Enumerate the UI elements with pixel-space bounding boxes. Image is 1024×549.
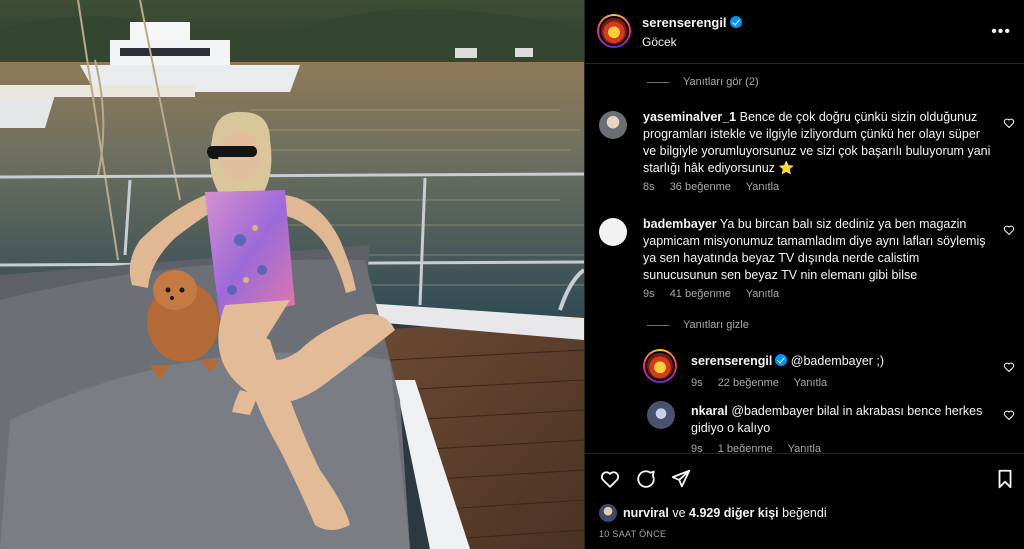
post-header: serenserengil Göcek ••• [585, 0, 1024, 64]
reply-button[interactable]: Yanıtla [794, 377, 827, 389]
reply-time[interactable]: 9s [691, 443, 703, 452]
author-avatar[interactable] [597, 14, 631, 48]
liked-by-user[interactable]: nurviral [623, 506, 669, 520]
reply-meta: 9s 22 beğenme Yanıtla [691, 377, 839, 389]
reply-meta: 9s 1 beğenme Yanıtla [691, 443, 833, 452]
liked-by-joiner: ve [668, 506, 690, 520]
comment-username[interactable]: badembayer [643, 217, 717, 231]
like-reply-heart-icon[interactable] [1003, 361, 1015, 373]
instagram-post-modal: serenserengil Göcek ••• Yanıtları gör (2… [0, 0, 1024, 549]
divider-line [647, 81, 669, 83]
like-reply-heart-icon[interactable] [1003, 409, 1015, 421]
more-horizontal-icon[interactable]: ••• [991, 23, 1011, 41]
verified-badge-icon [729, 16, 742, 28]
comment-bubble-icon[interactable] [635, 468, 657, 490]
hide-replies-toggle[interactable]: Yanıtları gizle [647, 319, 749, 331]
comments-list[interactable]: Yanıtları gör (2) yaseminalver_1 Bence d… [585, 65, 1024, 452]
comment-meta: 8s 36 beğenme Yanıtla [643, 181, 791, 193]
reply-button[interactable]: Yanıtla [746, 181, 779, 193]
comment-username[interactable]: yaseminalver_1 [643, 110, 736, 124]
liked-by-suffix: beğendi [778, 506, 827, 520]
reply-time[interactable]: 9s [691, 377, 703, 389]
author-username[interactable]: serenserengil [642, 15, 727, 30]
post-photo[interactable] [0, 0, 584, 549]
reply-body: @badembayer ;) [790, 354, 885, 368]
commenter-avatar[interactable] [599, 218, 627, 246]
reply-username[interactable]: serenserengil [691, 354, 772, 368]
liker-avatar[interactable] [599, 504, 617, 522]
comment-text: yaseminalver_1 Bence de çok doğru çünkü … [643, 109, 993, 177]
commenter-avatar[interactable] [599, 111, 627, 139]
divider-line [647, 324, 669, 326]
post-location[interactable]: Göcek [642, 35, 677, 49]
like-comment-heart-icon[interactable] [1003, 224, 1015, 236]
post-timestamp[interactable]: 10 SAAT ÖNCE [599, 529, 666, 539]
reply-username[interactable]: nkaral [691, 404, 728, 418]
post-side-panel: serenserengil Göcek ••• Yanıtları gör (2… [584, 0, 1024, 549]
comment-meta: 9s 41 beğenme Yanıtla [643, 288, 791, 300]
reply-like-count[interactable]: 1 beğenme [718, 443, 773, 452]
comment-text: badembayer Ya bu bircan balı siz dediniz… [643, 216, 993, 284]
reply-like-count[interactable]: 22 beğenme [718, 377, 779, 389]
like-comment-heart-icon[interactable] [1003, 117, 1015, 129]
reply-button[interactable]: Yanıtla [788, 443, 821, 452]
like-heart-icon[interactable] [599, 468, 621, 490]
reply-text: serenserengil @badembayer ;) [691, 353, 991, 370]
post-photo-illustration [0, 0, 584, 549]
liked-by[interactable]: nurviral ve 4.929 diğer kişi beğendi [599, 504, 827, 522]
view-replies-toggle[interactable]: Yanıtları gör (2) [647, 76, 759, 88]
liked-by-others[interactable]: 4.929 diğer kişi [689, 506, 779, 520]
reply-body: @badembayer bilal in akrabası bence herk… [691, 404, 983, 435]
bookmark-save-icon[interactable] [994, 468, 1016, 490]
reply-text: nkaral @badembayer bilal in akrabası ben… [691, 403, 991, 437]
verified-badge-icon [775, 354, 788, 366]
hide-replies-label[interactable]: Yanıtları gizle [683, 319, 749, 331]
post-actions: nurviral ve 4.929 diğer kişi beğendi 10 … [585, 453, 1024, 549]
view-replies-label[interactable]: Yanıtları gör (2) [683, 76, 759, 88]
comment-like-count[interactable]: 36 beğenme [670, 181, 731, 193]
replier-avatar[interactable] [647, 401, 675, 429]
author-username-row[interactable]: serenserengil [642, 15, 742, 30]
comment-like-count[interactable]: 41 beğenme [670, 288, 731, 300]
comment-time[interactable]: 8s [643, 181, 655, 193]
share-send-icon[interactable] [670, 468, 692, 490]
replier-avatar[interactable] [643, 349, 677, 383]
comment-time[interactable]: 9s [643, 288, 655, 300]
reply-button[interactable]: Yanıtla [746, 288, 779, 300]
